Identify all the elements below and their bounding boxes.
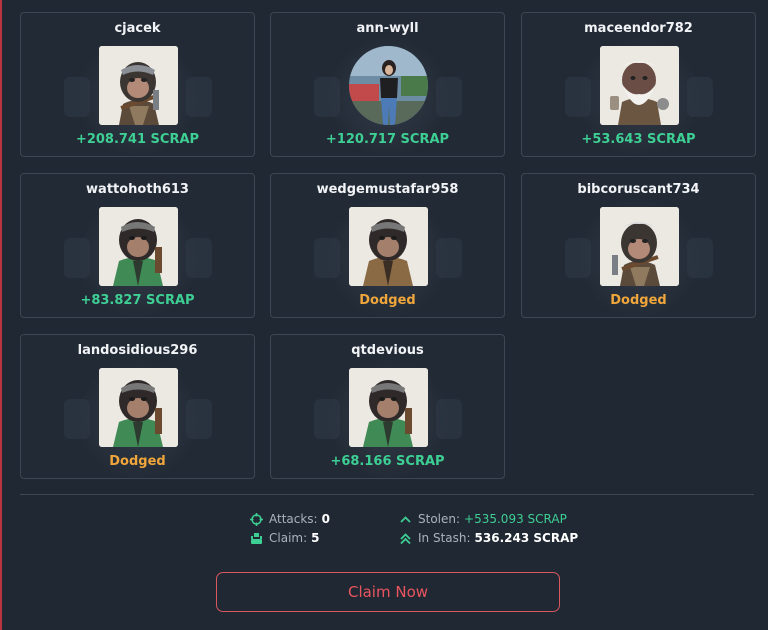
attacker-card: maceendor782 +53.643 SCRAP: [521, 12, 756, 157]
attack-result: +120.717 SCRAP: [325, 132, 450, 147]
attack-result: Dodged: [359, 293, 416, 308]
ape-pilot-icon: [98, 46, 178, 125]
attacker-card: qtdevious +68.166 SCRAP: [270, 334, 505, 479]
attacker-username: landosidious296: [77, 343, 198, 358]
attacker-username: qtdevious: [351, 343, 424, 358]
raid-results-panel: cjacek +208.741 SCRAP ann-wyll +120.717 …: [0, 0, 768, 630]
ape-pilot-icon: [599, 207, 679, 286]
attacker-card: bibcoruscant734 Dodged: [521, 173, 756, 318]
attack-result: Dodged: [109, 454, 166, 469]
ape-elder-icon: [599, 46, 679, 125]
claim-label: Claim:: [269, 531, 308, 545]
attacker-username: wedgemustafar958: [316, 182, 459, 197]
attacker-card: wedgemustafar958 Dodged: [270, 173, 505, 318]
attacker-card: cjacek +208.741 SCRAP: [20, 12, 255, 157]
ape-green-jacket-icon: [348, 368, 428, 447]
hand-coins-icon: [250, 532, 263, 545]
ape-brown-coat-icon: [348, 207, 428, 286]
attacker-username: bibcoruscant734: [577, 182, 700, 197]
stash-label: In Stash:: [418, 531, 471, 545]
stash-value: 536.243 SCRAP: [474, 531, 579, 545]
attacks-stat: Attacks: 0: [250, 512, 330, 526]
stash-stat: In Stash: 536.243 SCRAP: [399, 531, 578, 545]
chevron-up-icon: [399, 513, 412, 526]
attack-result: +53.643 SCRAP: [581, 132, 696, 147]
claim-now-button[interactable]: Claim Now: [216, 572, 560, 612]
attacker-username: maceendor782: [584, 21, 693, 36]
stolen-value: +535.093 SCRAP: [464, 512, 567, 526]
attacks-label: Attacks:: [269, 512, 318, 526]
ape-green-jacket-icon: [98, 207, 178, 286]
photo-avatar-icon: [348, 46, 428, 125]
attack-result: Dodged: [610, 293, 667, 308]
attack-result: +208.741 SCRAP: [75, 132, 200, 147]
claim-value: 5: [311, 531, 320, 545]
double-chevron-up-icon: [399, 532, 412, 545]
section-divider: [20, 494, 754, 495]
stolen-label: Stolen:: [418, 512, 461, 526]
attacker-username: cjacek: [114, 21, 161, 36]
attacks-value: 0: [321, 512, 330, 526]
attack-result: +83.827 SCRAP: [80, 293, 195, 308]
attacker-card: landosidious296 Dodged: [20, 334, 255, 479]
claim-stat: Claim: 5: [250, 531, 320, 545]
ape-green-jacket-icon: [98, 368, 178, 447]
attacker-username: wattohoth613: [86, 182, 189, 197]
attacker-card: wattohoth613 +83.827 SCRAP: [20, 173, 255, 318]
attacker-card: ann-wyll +120.717 SCRAP: [270, 12, 505, 157]
attacker-username: ann-wyll: [356, 21, 419, 36]
crosshair-icon: [250, 512, 263, 526]
attack-result: +68.166 SCRAP: [330, 454, 445, 469]
stolen-stat: Stolen: +535.093 SCRAP: [399, 512, 567, 526]
